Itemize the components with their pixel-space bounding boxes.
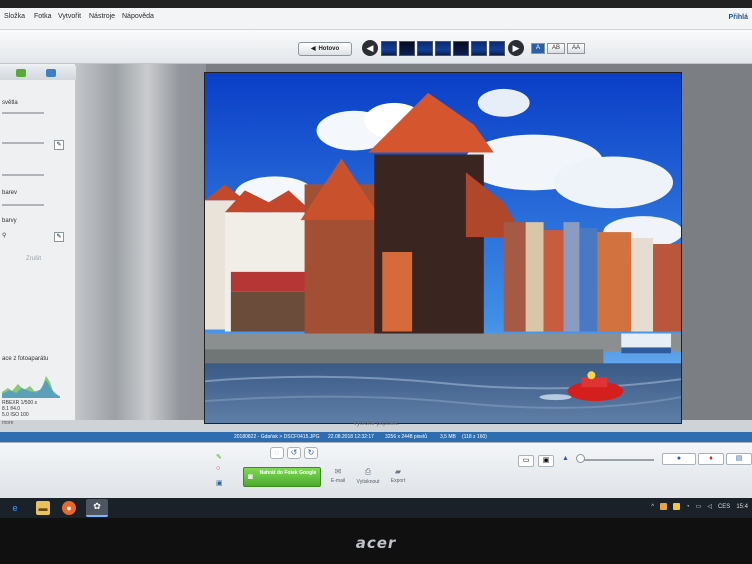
tray-app-icon[interactable] — [673, 503, 681, 510]
filmstrip — [381, 41, 505, 56]
print-button[interactable]: ⎙ Vytisknout — [353, 467, 383, 485]
tag-icon[interactable]: ✎ — [216, 453, 222, 461]
zoom-slider-handle[interactable] — [576, 454, 585, 463]
status-size: 3,5 MB — [440, 434, 456, 440]
rotate-right-icon[interactable]: ↻ — [304, 447, 318, 459]
folder-icon: ▰ — [394, 467, 402, 476]
action-bar: ✎ ○ ▣ ◌ ↺ ↻ ◙ Nahrát do Fotek Google ✉ E-… — [0, 442, 752, 498]
filmstrip-thumbnail[interactable] — [417, 41, 433, 56]
photo-viewer[interactable] — [204, 72, 682, 424]
photo-stage — [76, 64, 752, 424]
undo-icon[interactable]: ◌ — [270, 447, 284, 459]
battery-icon[interactable]: ▭ — [696, 503, 702, 510]
menu-help[interactable]: Nápověda — [122, 13, 154, 20]
zoom-icon: ▲ — [562, 455, 569, 462]
monitor-bezel-top — [0, 0, 752, 8]
sign-in-link[interactable]: Přihlá — [729, 14, 748, 21]
email-button[interactable]: ✉ E-mail — [323, 467, 353, 484]
filmstrip-thumbnail[interactable] — [381, 41, 397, 56]
pin-icon[interactable]: ⚲ — [2, 232, 6, 239]
fit-view-icon[interactable]: ▭ — [518, 455, 534, 467]
histogram — [2, 376, 60, 398]
tune-tab-icon[interactable] — [16, 69, 26, 77]
firefox-icon[interactable]: ● — [62, 501, 76, 515]
zoom-slider[interactable] — [580, 459, 654, 461]
people-icon[interactable]: ● — [662, 453, 696, 465]
toolbar: ◀ Hotovo ◀ ▶ A AB AA — [0, 30, 752, 64]
rotate-group: ◌ ↺ ↻ — [270, 447, 318, 459]
status-dimensions: 3256 x 2448 pixelů — [385, 434, 427, 440]
highlights-label: světla — [2, 100, 18, 106]
close-photo-button[interactable]: ◀ Hotovo — [298, 42, 352, 56]
neutral-color-label: barvy — [2, 218, 17, 224]
neutral-eyedropper-icon[interactable]: ✎ — [54, 232, 64, 242]
caption-icon[interactable]: ▣ — [216, 479, 223, 487]
edge-icon[interactable]: e — [8, 501, 22, 515]
view-mode-single[interactable]: A — [531, 43, 545, 54]
view-mode-side-by-side[interactable]: AA — [567, 43, 585, 54]
highlights-slider[interactable] — [2, 112, 44, 114]
caption-input[interactable]: Vytvořte popisek. — [0, 421, 752, 427]
menu-create[interactable]: Vytvořit — [58, 13, 81, 20]
picasa-icon[interactable]: ✿ — [86, 499, 108, 517]
system-tray: ^ ◔ ▭ ◁ CES 15:4 — [651, 503, 748, 510]
filmstrip-thumbnail[interactable] — [489, 41, 505, 56]
shadows-slider[interactable] — [2, 142, 44, 144]
screen: Složka Fotka Vytvořit Nástroje Nápověda … — [0, 8, 752, 518]
file-explorer-icon[interactable]: ▬ — [36, 501, 50, 515]
exif-info: RBEXR 1/500 s 8.1 f/4.0 5.0 ISO 100 — [2, 400, 37, 418]
actual-size-icon[interactable]: ▣ — [538, 455, 554, 467]
menu-folder[interactable]: Složka — [4, 13, 25, 20]
status-position: (118 z 160) — [462, 434, 487, 440]
status-filename: 20180822 - Gdańsk > DSCF0415.JPG — [234, 434, 320, 440]
exif-line: 5.0 ISO 100 — [2, 412, 29, 418]
next-photo-icon[interactable]: ▶ — [508, 40, 524, 56]
view-mode-group: A AB AA — [531, 43, 585, 54]
monitor-brand-logo: acer — [355, 534, 397, 552]
red-eye-icon[interactable]: ○ — [216, 465, 220, 472]
print-icon: ⎙ — [364, 467, 372, 476]
eyedropper-icon[interactable]: ✎ — [54, 140, 64, 150]
chevron-up-icon[interactable]: ^ — [651, 504, 654, 510]
taskbar: e ▬ ● ✿ ^ ◔ ▭ ◁ CES 15:4 — [0, 498, 752, 518]
camera-info-title: ace z fotoaparátu — [2, 356, 49, 362]
filmstrip-thumbnail[interactable] — [399, 41, 415, 56]
export-button[interactable]: ▰ Export — [383, 467, 413, 484]
edit-panel: světla ✎ barev barvy ✎ ⚲ Zrušit ace z fo… — [0, 64, 76, 426]
filmstrip-thumbnail[interactable] — [453, 41, 469, 56]
status-date: 22.08.2018 12:32:17 — [328, 434, 374, 440]
camera-icon: ◙ — [248, 472, 253, 481]
panel-tabs — [0, 66, 76, 80]
tray-wifi-icon[interactable]: ◔ — [686, 504, 690, 510]
window-reflection — [76, 64, 206, 420]
close-icon: ◀ — [310, 46, 316, 52]
language-indicator[interactable]: CES — [718, 504, 730, 510]
saturation-slider[interactable] — [2, 204, 44, 206]
info-icon[interactable]: ▤ — [726, 453, 752, 465]
reset-label[interactable]: Zrušit — [26, 256, 41, 262]
menu-photo[interactable]: Fotka — [34, 13, 52, 20]
filmstrip-thumbnail[interactable] — [435, 41, 451, 56]
volume-icon[interactable]: ◁ — [707, 503, 712, 510]
filmstrip-thumbnail[interactable] — [471, 41, 487, 56]
email-icon: ✉ — [334, 467, 342, 476]
clock[interactable]: 15:4 — [736, 504, 748, 510]
location-icon[interactable]: ♦ — [698, 453, 724, 465]
previous-photo-icon[interactable]: ◀ — [362, 40, 378, 56]
view-mode-compare[interactable]: AB — [547, 43, 565, 54]
menu-tools[interactable]: Nástroje — [89, 13, 115, 20]
color-temp-slider[interactable] — [2, 174, 44, 176]
effects-tab-icon[interactable] — [46, 69, 56, 77]
tray-app-icon[interactable] — [660, 503, 668, 510]
color-label: barev — [2, 190, 18, 196]
menu-bar: Složka Fotka Vytvořit Nástroje Nápověda … — [0, 8, 752, 30]
status-bar: 20180822 - Gdańsk > DSCF0415.JPG 22.08.2… — [0, 432, 752, 442]
rotate-left-icon[interactable]: ↺ — [287, 447, 301, 459]
upload-to-google-photos-button[interactable]: ◙ Nahrát do Fotek Google — [243, 467, 321, 487]
